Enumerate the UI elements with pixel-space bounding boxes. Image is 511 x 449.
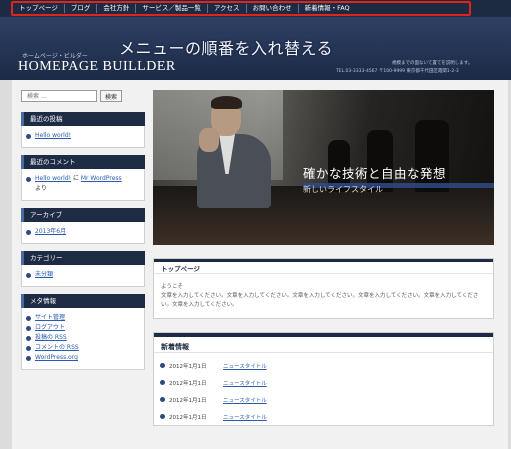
widget-title: アーカイブ — [21, 208, 145, 222]
list-item: Hello world! に Mr WordPress より — [26, 174, 140, 194]
sidebar: 検索 最近の投稿 Hello world! 最近のコメント Hello worl… — [21, 90, 145, 377]
news-panel: 新着情報 2012年1月1日 ニュースタイトル 2012年1月1日 ニュースタイトル… — [153, 332, 494, 426]
intro-panel: トップページ ようこそ 文章を入力してください。文章を入力してください。文章を入… — [153, 258, 494, 319]
intro-text: 文章を入力してください。文章を入力してください。文章を入力してください。文章を入… — [161, 293, 479, 308]
widget-recent-comments: 最近のコメント Hello world! に Mr WordPress より — [21, 155, 145, 201]
main-column: 確かな技術と自由な発想 新しいライフスタイル トップページ ようこそ 文章を入力… — [153, 90, 494, 426]
news-date: 2012年1月1日 — [169, 397, 207, 404]
recent-post-link[interactable]: Hello world! — [35, 131, 71, 141]
list-item: ログアウト — [26, 323, 140, 333]
news-row: 2012年1月1日 ニュースタイトル — [154, 408, 493, 425]
comment-middle-text: に — [71, 175, 81, 182]
search-button[interactable]: 検索 — [100, 90, 123, 102]
bullet-icon — [26, 355, 31, 361]
bullet-icon — [26, 176, 31, 182]
meta-comments-rss-link[interactable]: コメントの RSS — [35, 343, 79, 353]
bullet-icon — [160, 397, 165, 402]
site-title[interactable]: HOMEPAGE BUILLDER — [18, 59, 176, 75]
news-row: 2012年1月1日 ニュースタイトル — [154, 357, 493, 374]
bullet-icon — [160, 380, 165, 385]
bullet-icon — [26, 315, 31, 321]
list-item: 投稿の RSS — [26, 333, 140, 343]
bullet-icon — [160, 363, 165, 368]
bullet-icon — [26, 133, 31, 139]
page-content: 検索 最近の投稿 Hello world! 最近のコメント Hello worl… — [12, 80, 508, 449]
hero-image: 確かな技術と自由な発想 新しいライフスタイル — [153, 90, 494, 245]
list-item: Hello world! — [26, 131, 140, 141]
bullet-icon — [160, 414, 165, 419]
news-title-link[interactable]: ニュースタイトル — [223, 413, 267, 421]
news-panel-title: 新着情報 — [154, 333, 493, 353]
nav-item-contact[interactable]: お問い合わせ — [247, 4, 299, 13]
header-description: 規模までの面ないて置てを説明します。 — [392, 61, 473, 66]
news-row: 2012年1月1日 ニュースタイトル — [154, 391, 493, 408]
comment-suffix-text: より — [35, 185, 47, 192]
intro-greeting: ようこそ — [161, 284, 184, 290]
widget-categories: カテゴリー 未分類 — [21, 251, 145, 287]
list-item: WordPress.org — [26, 353, 140, 363]
list-item: コメントの RSS — [26, 343, 140, 353]
nav-item-top[interactable]: トップページ — [13, 4, 65, 13]
hero-title: 確かな技術と自由な発想 — [303, 166, 447, 181]
bullet-icon — [26, 345, 31, 351]
bullet-icon — [26, 335, 31, 341]
news-date: 2012年1月1日 — [169, 363, 207, 370]
news-title-link[interactable]: ニュースタイトル — [223, 379, 267, 387]
widget-recent-posts: 最近の投稿 Hello world! — [21, 112, 145, 148]
meta-wordpress-org-link[interactable]: WordPress.org — [35, 353, 78, 363]
nav-item-services[interactable]: サービス／製品一覧 — [136, 4, 208, 13]
widget-archives: アーカイブ 2013年6月 — [21, 208, 145, 244]
list-item: 2013年6月 — [26, 227, 140, 237]
search-input[interactable] — [21, 90, 97, 102]
category-link[interactable]: 未分類 — [35, 270, 53, 280]
nav-highlight-frame: トップページ ブログ 会社方針 サービス／製品一覧 アクセス お問い合わせ 新着… — [11, 1, 471, 16]
meta-site-admin-link[interactable]: サイト管理 — [35, 313, 65, 323]
hero-person — [189, 96, 271, 208]
intro-panel-title: トップページ — [154, 259, 493, 274]
bullet-icon — [26, 229, 31, 235]
widget-title: カテゴリー — [21, 251, 145, 265]
hero-subtitle: 新しいライフスタイル — [303, 185, 383, 194]
annotation-text: メニューの順番を入れ替える — [119, 39, 334, 58]
archive-link[interactable]: 2013年6月 — [35, 227, 66, 237]
site-header: メニューの順番を入れ替える ホームページ・ビルダー HOMEPAGE BUILL… — [0, 17, 511, 80]
nav-item-access[interactable]: アクセス — [208, 4, 247, 13]
news-title-link[interactable]: ニュースタイトル — [223, 362, 267, 370]
nav-item-blog[interactable]: ブログ — [65, 4, 98, 13]
top-nav-bar: トップページ ブログ 会社方針 サービス／製品一覧 アクセス お問い合わせ 新着… — [0, 0, 511, 17]
news-date: 2012年1月1日 — [169, 380, 207, 387]
search-form: 検索 — [21, 90, 145, 102]
news-date: 2012年1月1日 — [169, 414, 207, 421]
widget-meta: メタ情報 サイト管理 ログアウト 投稿の RSS コメントの RSS WordP… — [21, 294, 145, 370]
nav-item-policy[interactable]: 会社方針 — [97, 4, 137, 13]
nav-item-news-faq[interactable]: 新着情報・FAQ — [299, 4, 356, 13]
list-item: サイト管理 — [26, 313, 140, 323]
widget-title: 最近のコメント — [21, 155, 145, 169]
news-title-link[interactable]: ニュースタイトル — [223, 396, 267, 404]
meta-logout-link[interactable]: ログアウト — [35, 323, 65, 333]
bullet-icon — [26, 272, 31, 278]
bullet-icon — [26, 325, 31, 331]
hero-caption: 確かな技術と自由な発想 新しいライフスタイル — [303, 163, 494, 195]
header-contact-info: TEL.03-3333-4567 〒100-9999 東京都千代田区霞関1-2-… — [336, 69, 459, 74]
widget-title: 最近の投稿 — [21, 112, 145, 126]
list-item: 未分類 — [26, 270, 140, 280]
meta-posts-rss-link[interactable]: 投稿の RSS — [35, 333, 67, 343]
news-row: 2012年1月1日 ニュースタイトル — [154, 374, 493, 391]
widget-title: メタ情報 — [21, 294, 145, 308]
comment-author-link[interactable]: Mr WordPress — [81, 175, 122, 182]
comment-post-link[interactable]: Hello world! — [35, 175, 71, 182]
